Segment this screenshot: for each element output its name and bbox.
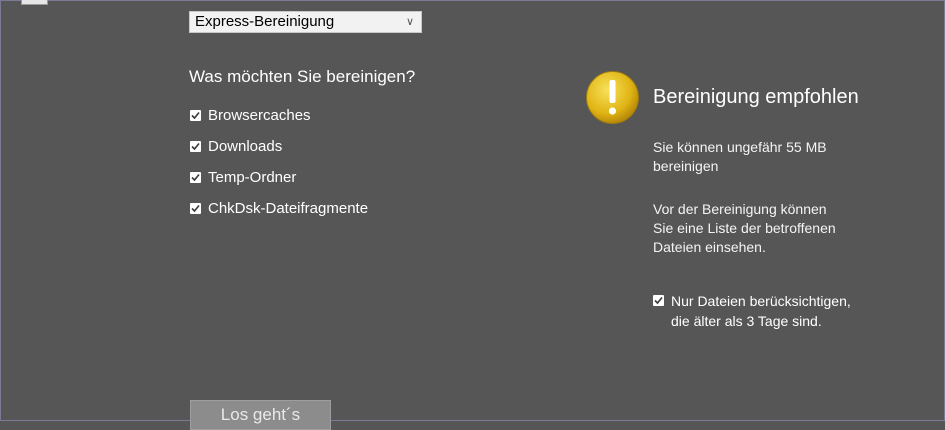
option-chkdsk-dateifragmente[interactable]: ChkDsk-Dateifragmente	[190, 199, 368, 217]
option-label: Temp-Ordner	[208, 168, 297, 186]
recommendation-title: Bereinigung empfohlen	[653, 86, 859, 108]
checkbox[interactable]	[653, 295, 664, 306]
list-line: Dateien einsehen.	[653, 239, 766, 255]
size-line: Sie können ungefähr 55 MB	[653, 139, 827, 155]
list-line: Vor der Bereinigung können	[653, 201, 827, 217]
older-line: Nur Dateien berücksichtigen,	[671, 293, 851, 309]
cleanup-mode-select[interactable]: Express-Bereinigung ∨	[189, 11, 422, 33]
warning-icon	[586, 71, 639, 124]
cleanup-size-info: Sie können ungefähr 55 MB bereinigen	[653, 138, 903, 176]
option-label: Browsercaches	[208, 106, 311, 124]
start-button[interactable]: Los geht´s	[190, 400, 331, 430]
cleanup-heading: Was möchten Sie bereinigen?	[189, 67, 416, 86]
list-line: Sie eine Liste der betroffenen	[653, 220, 836, 236]
option-browsercaches[interactable]: Browsercaches	[190, 106, 311, 124]
older-line: die älter als 3 Tage sind.	[671, 313, 822, 329]
option-temp-ordner[interactable]: Temp-Ordner	[190, 168, 296, 186]
window-control[interactable]	[21, 0, 48, 5]
size-line: bereinigen	[653, 158, 719, 174]
file-list-info: Vor der Bereinigung können Sie eine List…	[653, 200, 903, 257]
checkbox[interactable]	[190, 171, 201, 183]
checkbox[interactable]	[190, 202, 201, 214]
chevron-down-icon: ∨	[405, 16, 414, 28]
older-files-label: Nur Dateien berücksichtigen, die älter a…	[671, 291, 851, 331]
option-label: Downloads	[208, 137, 283, 155]
option-label: ChkDsk-Dateifragmente	[208, 199, 369, 217]
option-downloads[interactable]: Downloads	[190, 137, 282, 155]
checkbox[interactable]	[190, 109, 201, 121]
checkbox[interactable]	[190, 140, 201, 152]
cleanup-mode-value: Express-Bereinigung	[195, 13, 335, 30]
